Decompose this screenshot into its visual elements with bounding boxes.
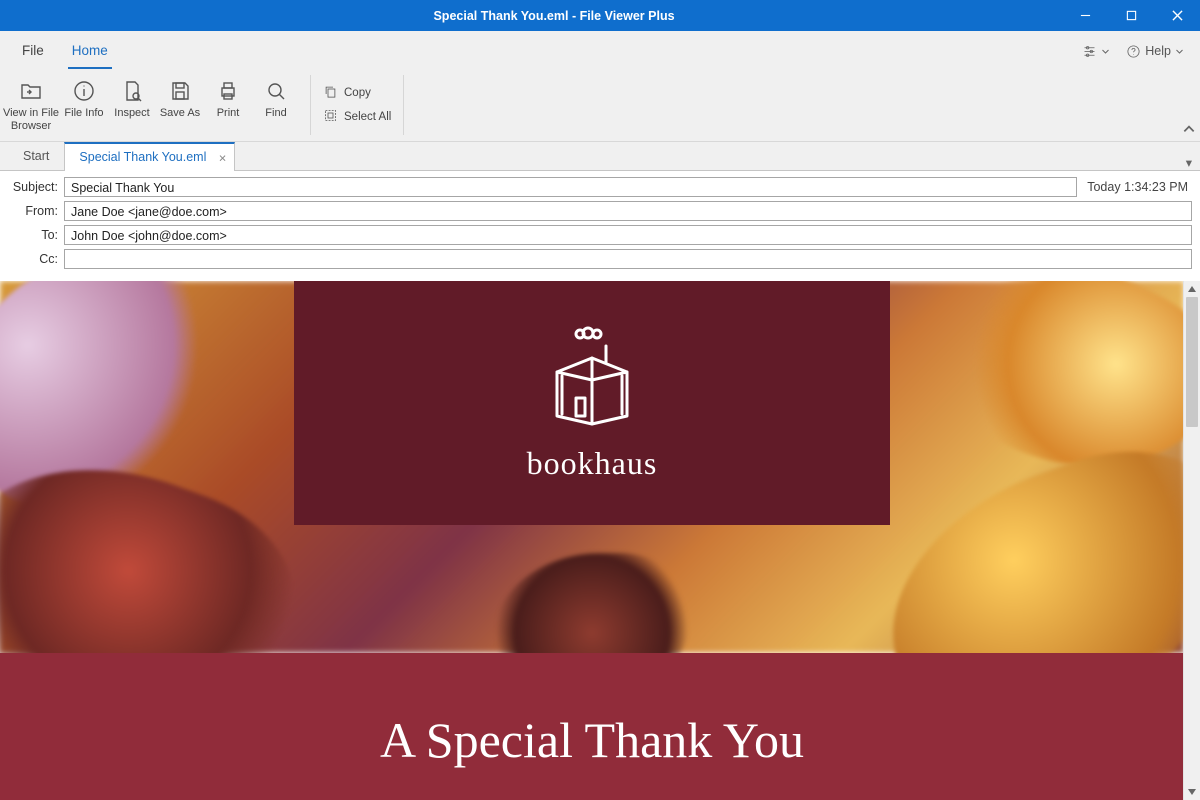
email-headline: A Special Thank You [0,653,1184,800]
ribbon: View in File Browser File Info Inspect S… [0,69,1200,142]
tab-document[interactable]: Special Thank You.eml × [64,142,235,171]
tab-document-label: Special Thank You.eml [79,150,206,164]
save-icon [156,77,204,105]
settings-button[interactable] [1082,33,1110,69]
cc-label: Cc: [8,252,58,266]
saveas-label: Save As [156,107,204,120]
cc-field[interactable] [64,249,1192,269]
search-icon [252,77,300,105]
to-label: To: [8,228,58,242]
subject-field[interactable]: Special Thank You [64,177,1077,197]
document-search-icon [108,77,156,105]
selectall-label: Select All [344,111,391,123]
scroll-up-button[interactable] [1184,281,1200,297]
select-all-button[interactable]: Select All [323,108,391,126]
file-info-button[interactable]: File Info [60,75,108,122]
find-button[interactable]: Find [252,75,300,122]
help-button[interactable]: Help [1126,33,1184,69]
tab-start[interactable]: Start [8,142,64,170]
close-button[interactable] [1154,0,1200,31]
print-label: Print [204,107,252,120]
save-as-button[interactable]: Save As [156,75,204,122]
info-label: File Info [60,107,108,120]
brand-logo-icon [532,324,652,437]
email-body: bookhaus A Special Thank You [0,281,1184,800]
find-label: Find [252,107,300,120]
print-icon [204,77,252,105]
view-label: View in File Browser [2,107,60,133]
document-tabs: Start Special Thank You.eml × ▾ [0,142,1200,171]
vertical-scrollbar[interactable] [1183,281,1200,800]
ribbon-separator [310,75,311,135]
scroll-down-button[interactable] [1184,784,1200,800]
email-header-fields: Subject: Special Thank You Today 1:34:23… [0,171,1200,277]
copy-label: Copy [344,87,371,99]
to-field[interactable]: John Doe <john@doe.com> [64,225,1192,245]
window-controls [1062,0,1200,31]
ribbon-collapse-button[interactable] [1182,122,1196,139]
email-timestamp: Today 1:34:23 PM [1083,180,1192,194]
view-in-browser-button[interactable]: View in File Browser [2,75,60,135]
ribbon-separator [403,75,404,135]
folder-arrow-icon [2,77,60,105]
menu-file[interactable]: File [8,33,58,69]
scroll-thumb[interactable] [1186,297,1198,427]
from-field[interactable]: Jane Doe <jane@doe.com> [64,201,1192,221]
maximize-button[interactable] [1108,0,1154,31]
subject-label: Subject: [8,180,58,194]
scroll-track[interactable] [1184,297,1200,784]
copy-icon [323,84,338,102]
brand-name: bookhaus [527,445,658,482]
help-label: Help [1145,44,1171,58]
tabs-dropdown[interactable]: ▾ [1178,155,1200,170]
hero-section: bookhaus [0,281,1184,653]
minimize-button[interactable] [1062,0,1108,31]
titlebar: Special Thank You.eml - File Viewer Plus [0,0,1200,31]
brand-panel: bookhaus [294,281,890,525]
info-icon [60,77,108,105]
from-label: From: [8,204,58,218]
copy-button[interactable]: Copy [323,84,391,102]
menubar: File Home Help [0,31,1200,69]
inspect-label: Inspect [108,107,156,120]
print-button[interactable]: Print [204,75,252,122]
window-title: Special Thank You.eml - File Viewer Plus [46,9,1062,23]
tab-close-button[interactable]: × [219,144,227,171]
menu-home[interactable]: Home [58,33,122,69]
inspect-button[interactable]: Inspect [108,75,156,122]
select-all-icon [323,108,338,126]
